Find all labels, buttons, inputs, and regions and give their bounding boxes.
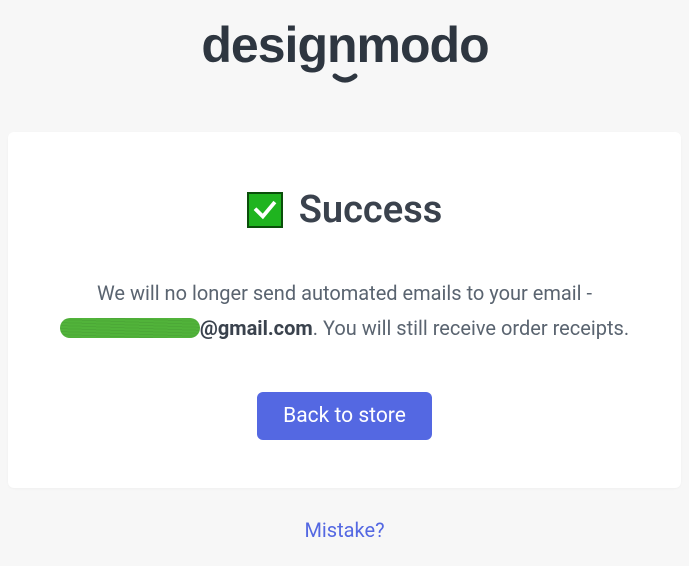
brand-logo: designmodo bbox=[160, 18, 530, 92]
msg-prefix: We will no longer send automated emails … bbox=[97, 281, 592, 305]
success-message: We will no longer send automated emails … bbox=[48, 276, 641, 346]
redacted-email-local bbox=[60, 318, 200, 338]
svg-text:designmodo: designmodo bbox=[201, 18, 488, 73]
success-title: Success bbox=[299, 188, 443, 232]
success-card: Success We will no longer send automated… bbox=[8, 132, 681, 488]
mistake-link[interactable]: Mistake? bbox=[304, 518, 384, 542]
msg-suffix: . You will still receive order receipts. bbox=[313, 316, 629, 340]
email-domain: @gmail.com bbox=[200, 316, 313, 340]
check-icon bbox=[247, 192, 283, 228]
back-to-store-button[interactable]: Back to store bbox=[257, 392, 432, 440]
